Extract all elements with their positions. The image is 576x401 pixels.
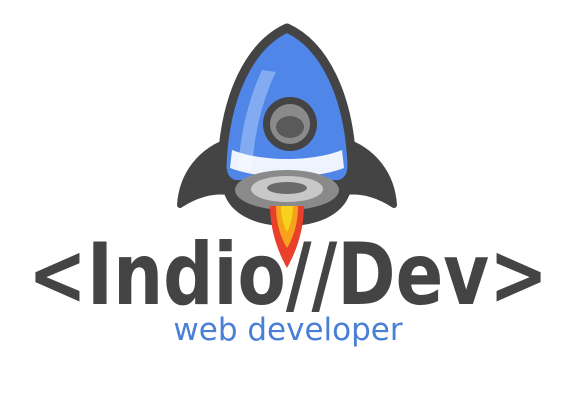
wordmark: <Indio//Dev> bbox=[28, 225, 548, 325]
nozzle-core-icon bbox=[267, 182, 307, 194]
rocket-logo: <Indio//Dev> web developer bbox=[28, 23, 548, 348]
logo-canvas: <Indio//Dev> web developer bbox=[0, 0, 576, 401]
tagline: web developer bbox=[173, 312, 402, 348]
porthole-inner-icon bbox=[276, 116, 304, 138]
